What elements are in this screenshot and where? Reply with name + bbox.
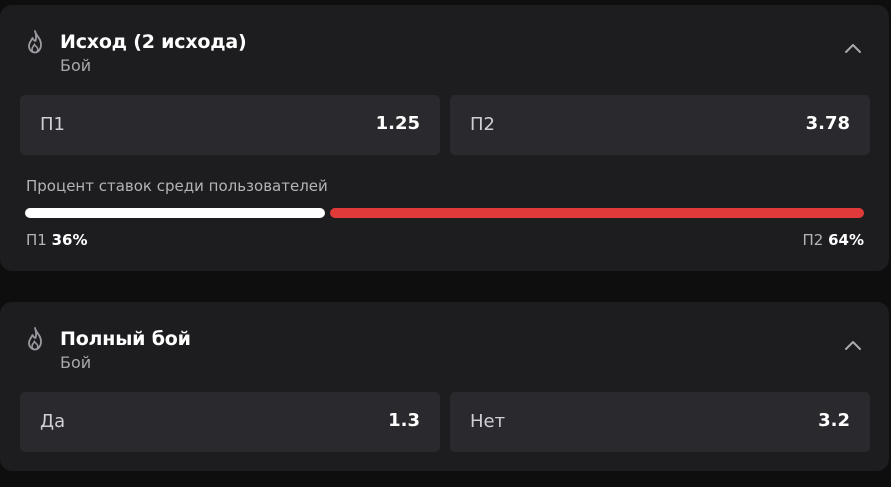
odd-button-yes[interactable]: Да 1.3 <box>20 392 440 452</box>
chevron-up-icon[interactable] <box>842 41 864 55</box>
odd-value: 3.78 <box>805 113 850 134</box>
fire-icon <box>28 327 42 351</box>
odd-button-p2[interactable]: П2 3.78 <box>450 95 870 155</box>
odd-value: 1.25 <box>375 113 420 134</box>
market-card-full-fight: Полный бой Бой Да 1.3 Нет 3.2 <box>0 302 889 471</box>
bet-percentage-title: Процент ставок среди пользователей <box>26 177 328 195</box>
fire-icon <box>28 30 42 54</box>
odd-button-p1[interactable]: П1 1.25 <box>20 95 440 155</box>
market-title: Исход (2 исхода) <box>60 31 247 53</box>
percentage-bar-p2 <box>330 208 864 218</box>
market-card-outcome: Исход (2 исхода) Бой П1 1.25 П2 3.78 Про… <box>0 5 889 271</box>
chevron-up-icon[interactable] <box>842 338 864 352</box>
market-subtitle: Бой <box>60 353 92 372</box>
percentage-label-p2: П2 64% <box>802 231 864 249</box>
odd-value: 3.2 <box>818 410 850 431</box>
odd-label: Да <box>40 411 66 432</box>
market-subtitle: Бой <box>60 56 92 75</box>
percentage-value: 36% <box>51 231 88 249</box>
odd-button-no[interactable]: Нет 3.2 <box>450 392 870 452</box>
odd-label: П2 <box>470 114 495 135</box>
percentage-side-label: П2 <box>802 231 824 249</box>
odd-label: Нет <box>470 411 506 432</box>
percentage-label-p1: П1 36% <box>26 231 88 249</box>
percentage-value: 64% <box>828 231 864 249</box>
odd-value: 1.3 <box>388 410 420 431</box>
odd-label: П1 <box>40 114 65 135</box>
percentage-bar-p1 <box>25 208 325 218</box>
market-title: Полный бой <box>60 328 191 350</box>
percentage-side-label: П1 <box>26 231 47 249</box>
